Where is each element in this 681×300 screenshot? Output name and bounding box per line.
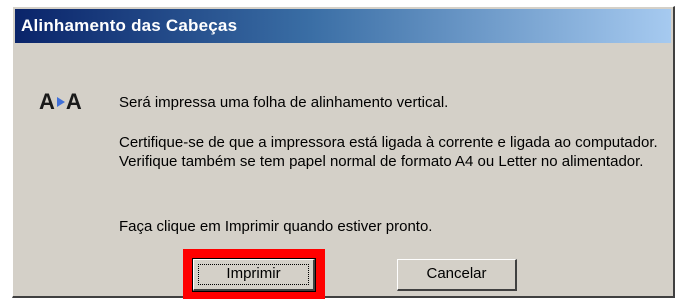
- cancel-button[interactable]: Cancelar: [397, 259, 517, 291]
- message-click-print: Faça clique em Imprimir quando estiver p…: [119, 218, 433, 235]
- dialog-title: Alinhamento das Cabeças: [21, 16, 238, 35]
- arrow-right-icon: [56, 97, 65, 107]
- cancel-button-label: Cancelar: [426, 265, 487, 282]
- print-button[interactable]: Imprimir: [192, 258, 316, 292]
- alignment-icon-right-glyph: A: [65, 89, 82, 114]
- message-print-info: Será impressa uma folha de alinhamento v…: [119, 94, 449, 111]
- alignment-icon: A A: [39, 89, 101, 115]
- message-printer-check: Certifique-se de que a impressora está l…: [119, 134, 658, 170]
- dialog-title-bar[interactable]: Alinhamento das Cabeças: [15, 9, 671, 43]
- alignment-dialog: Alinhamento das Cabeças A A Será impress…: [12, 6, 675, 299]
- alignment-icon-left-glyph: A: [39, 89, 55, 114]
- print-button-label: Imprimir: [226, 265, 281, 282]
